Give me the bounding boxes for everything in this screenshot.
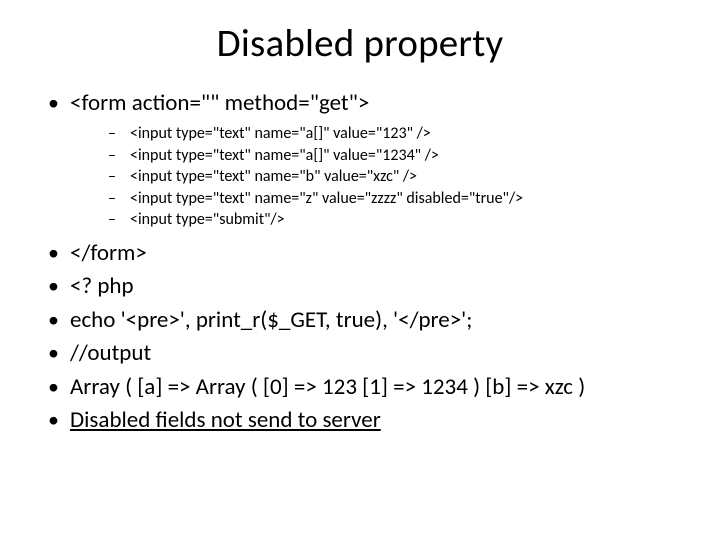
bullet-php-open: <? php	[46, 272, 676, 301]
bullet-list: <form action="" method="get"> <input typ…	[44, 89, 676, 435]
bullet-summary: Disabled fields not send to server	[46, 406, 676, 435]
input-line: <input type="text" name="b" value="xzc" …	[106, 167, 676, 187]
input-line: <input type="submit"/>	[106, 210, 676, 230]
input-line: <input type="text" name="z" value="zzzz"…	[106, 189, 676, 209]
bullet-form-close: </form>	[46, 239, 676, 268]
input-line: <input type="text" name="a[]" value="123…	[106, 146, 676, 166]
slide-title: Disabled property	[44, 20, 676, 67]
bullet-form-open: <form action="" method="get"> <input typ…	[46, 89, 676, 231]
form-open-text: <form action="" method="get">	[70, 89, 369, 117]
slide: Disabled property <form action="" method…	[0, 0, 720, 540]
bullet-echo: echo '<pre>', print_r($_GET, true), '</p…	[46, 306, 676, 335]
summary-text: Disabled fields not send to server	[70, 406, 381, 434]
inputs-list: <input type="text" name="a[]" value="123…	[70, 124, 676, 230]
bullet-output-value: Array ( [a] => Array ( [0] => 123 [1] =>…	[46, 373, 676, 402]
bullet-output-label: //output	[46, 339, 676, 368]
input-line: <input type="text" name="a[]" value="123…	[106, 124, 676, 144]
